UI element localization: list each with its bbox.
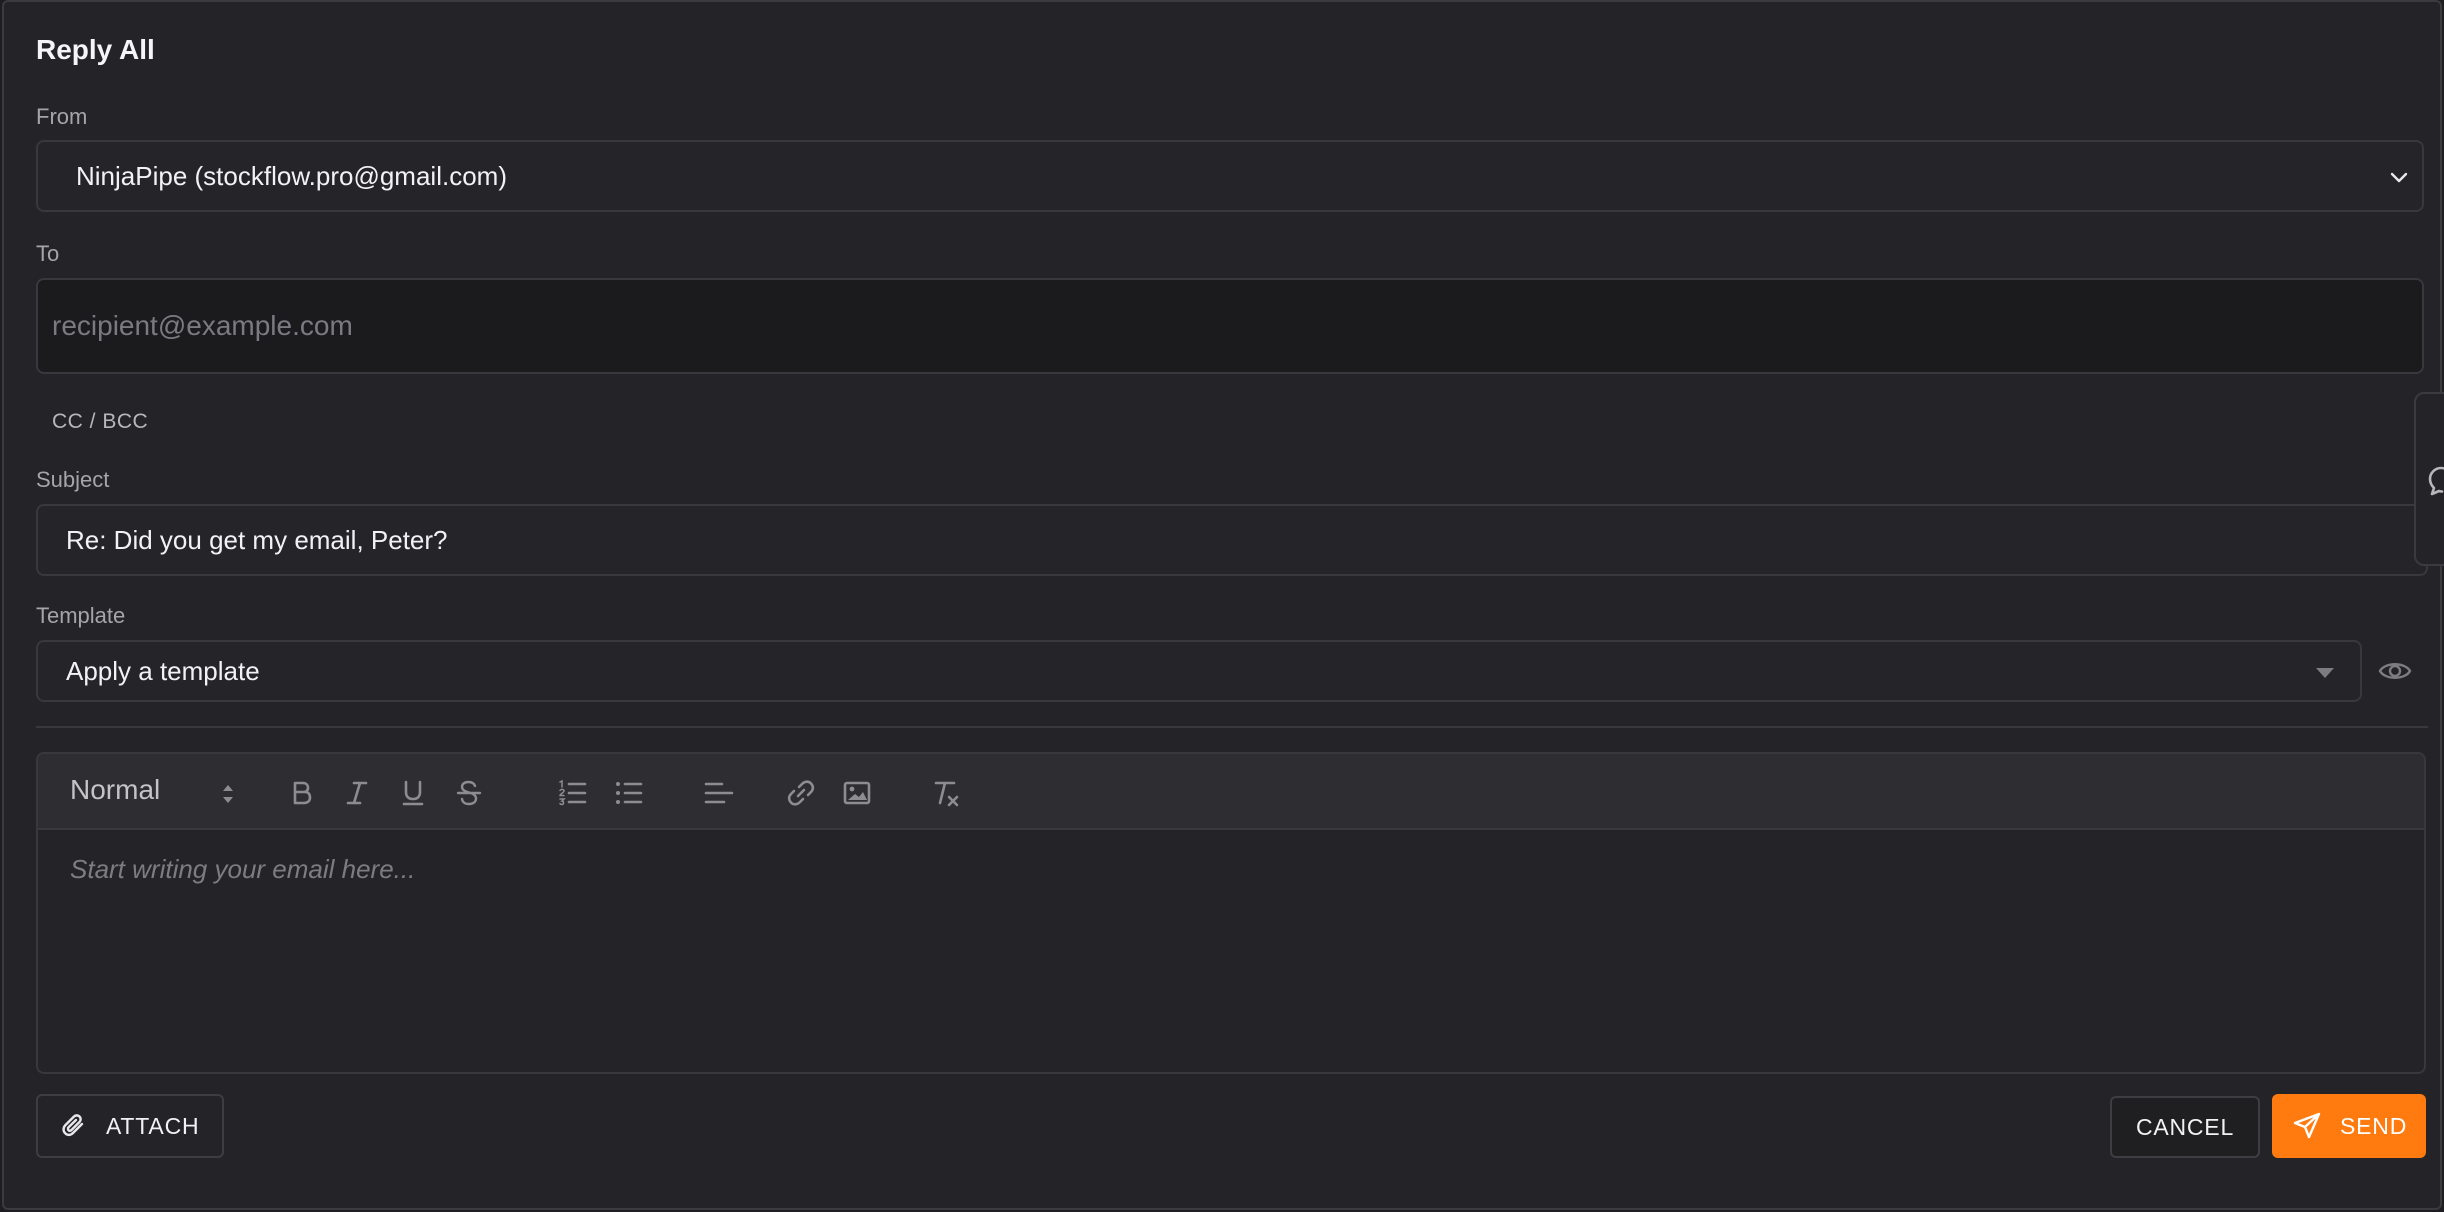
clear-format-icon[interactable] xyxy=(928,776,962,810)
send-button[interactable]: SEND xyxy=(2272,1094,2426,1158)
send-label: SEND xyxy=(2340,1112,2408,1139)
to-field[interactable] xyxy=(36,278,2424,374)
subject-value: Re: Did you get my email, Peter? xyxy=(66,524,448,555)
cancel-button[interactable]: CANCEL xyxy=(2110,1096,2260,1158)
to-label: To xyxy=(36,241,60,266)
attach-button[interactable]: ATTACH xyxy=(36,1094,224,1158)
bold-icon[interactable] xyxy=(284,776,318,810)
from-label: From xyxy=(36,104,88,129)
email-editor[interactable]: Normal Start writing your email here... xyxy=(36,752,2426,1074)
from-select[interactable]: NinjaPipe (stockflow.pro@gmail.com) xyxy=(36,140,2424,212)
chat-bubble-icon xyxy=(2428,466,2444,496)
eye-icon[interactable] xyxy=(2378,654,2412,688)
divider xyxy=(36,726,2428,728)
dialog-title: Reply All xyxy=(36,34,155,65)
chevron-down-icon xyxy=(2390,172,2408,183)
reply-all-dialog: Reply All From NinjaPipe (stockflow.pro@… xyxy=(2,0,2442,1210)
to-input[interactable] xyxy=(50,309,2354,343)
attach-label: ATTACH xyxy=(106,1112,200,1139)
template-value: Apply a template xyxy=(66,655,260,686)
link-icon[interactable] xyxy=(784,776,818,810)
chat-side-tab[interactable] xyxy=(2414,392,2444,566)
format-select[interactable]: Normal xyxy=(70,774,160,806)
strikethrough-icon[interactable] xyxy=(452,776,486,810)
underline-icon[interactable] xyxy=(396,776,430,810)
template-label: Template xyxy=(36,603,126,628)
bullet-list-icon[interactable] xyxy=(612,776,646,810)
editor-toolbar: Normal xyxy=(38,754,2424,830)
editor-placeholder: Start writing your email here... xyxy=(70,854,416,884)
dropdown-caret-icon xyxy=(2316,668,2334,678)
italic-icon[interactable] xyxy=(340,776,374,810)
cc-bcc-toggle[interactable]: CC / BCC xyxy=(52,410,148,434)
from-value: NinjaPipe (stockflow.pro@gmail.com) xyxy=(76,160,507,191)
image-icon[interactable] xyxy=(840,776,874,810)
paper-plane-icon xyxy=(2293,1112,2321,1139)
subject-label: Subject xyxy=(36,467,110,492)
subject-input[interactable]: Re: Did you get my email, Peter? xyxy=(36,504,2428,576)
ordered-list-icon[interactable] xyxy=(556,776,590,810)
paperclip-icon xyxy=(62,1114,84,1137)
align-left-icon[interactable] xyxy=(702,776,736,810)
template-select[interactable]: Apply a template xyxy=(36,640,2362,702)
cancel-label: CANCEL xyxy=(2135,1113,2235,1140)
updown-arrows-icon[interactable] xyxy=(220,780,236,808)
